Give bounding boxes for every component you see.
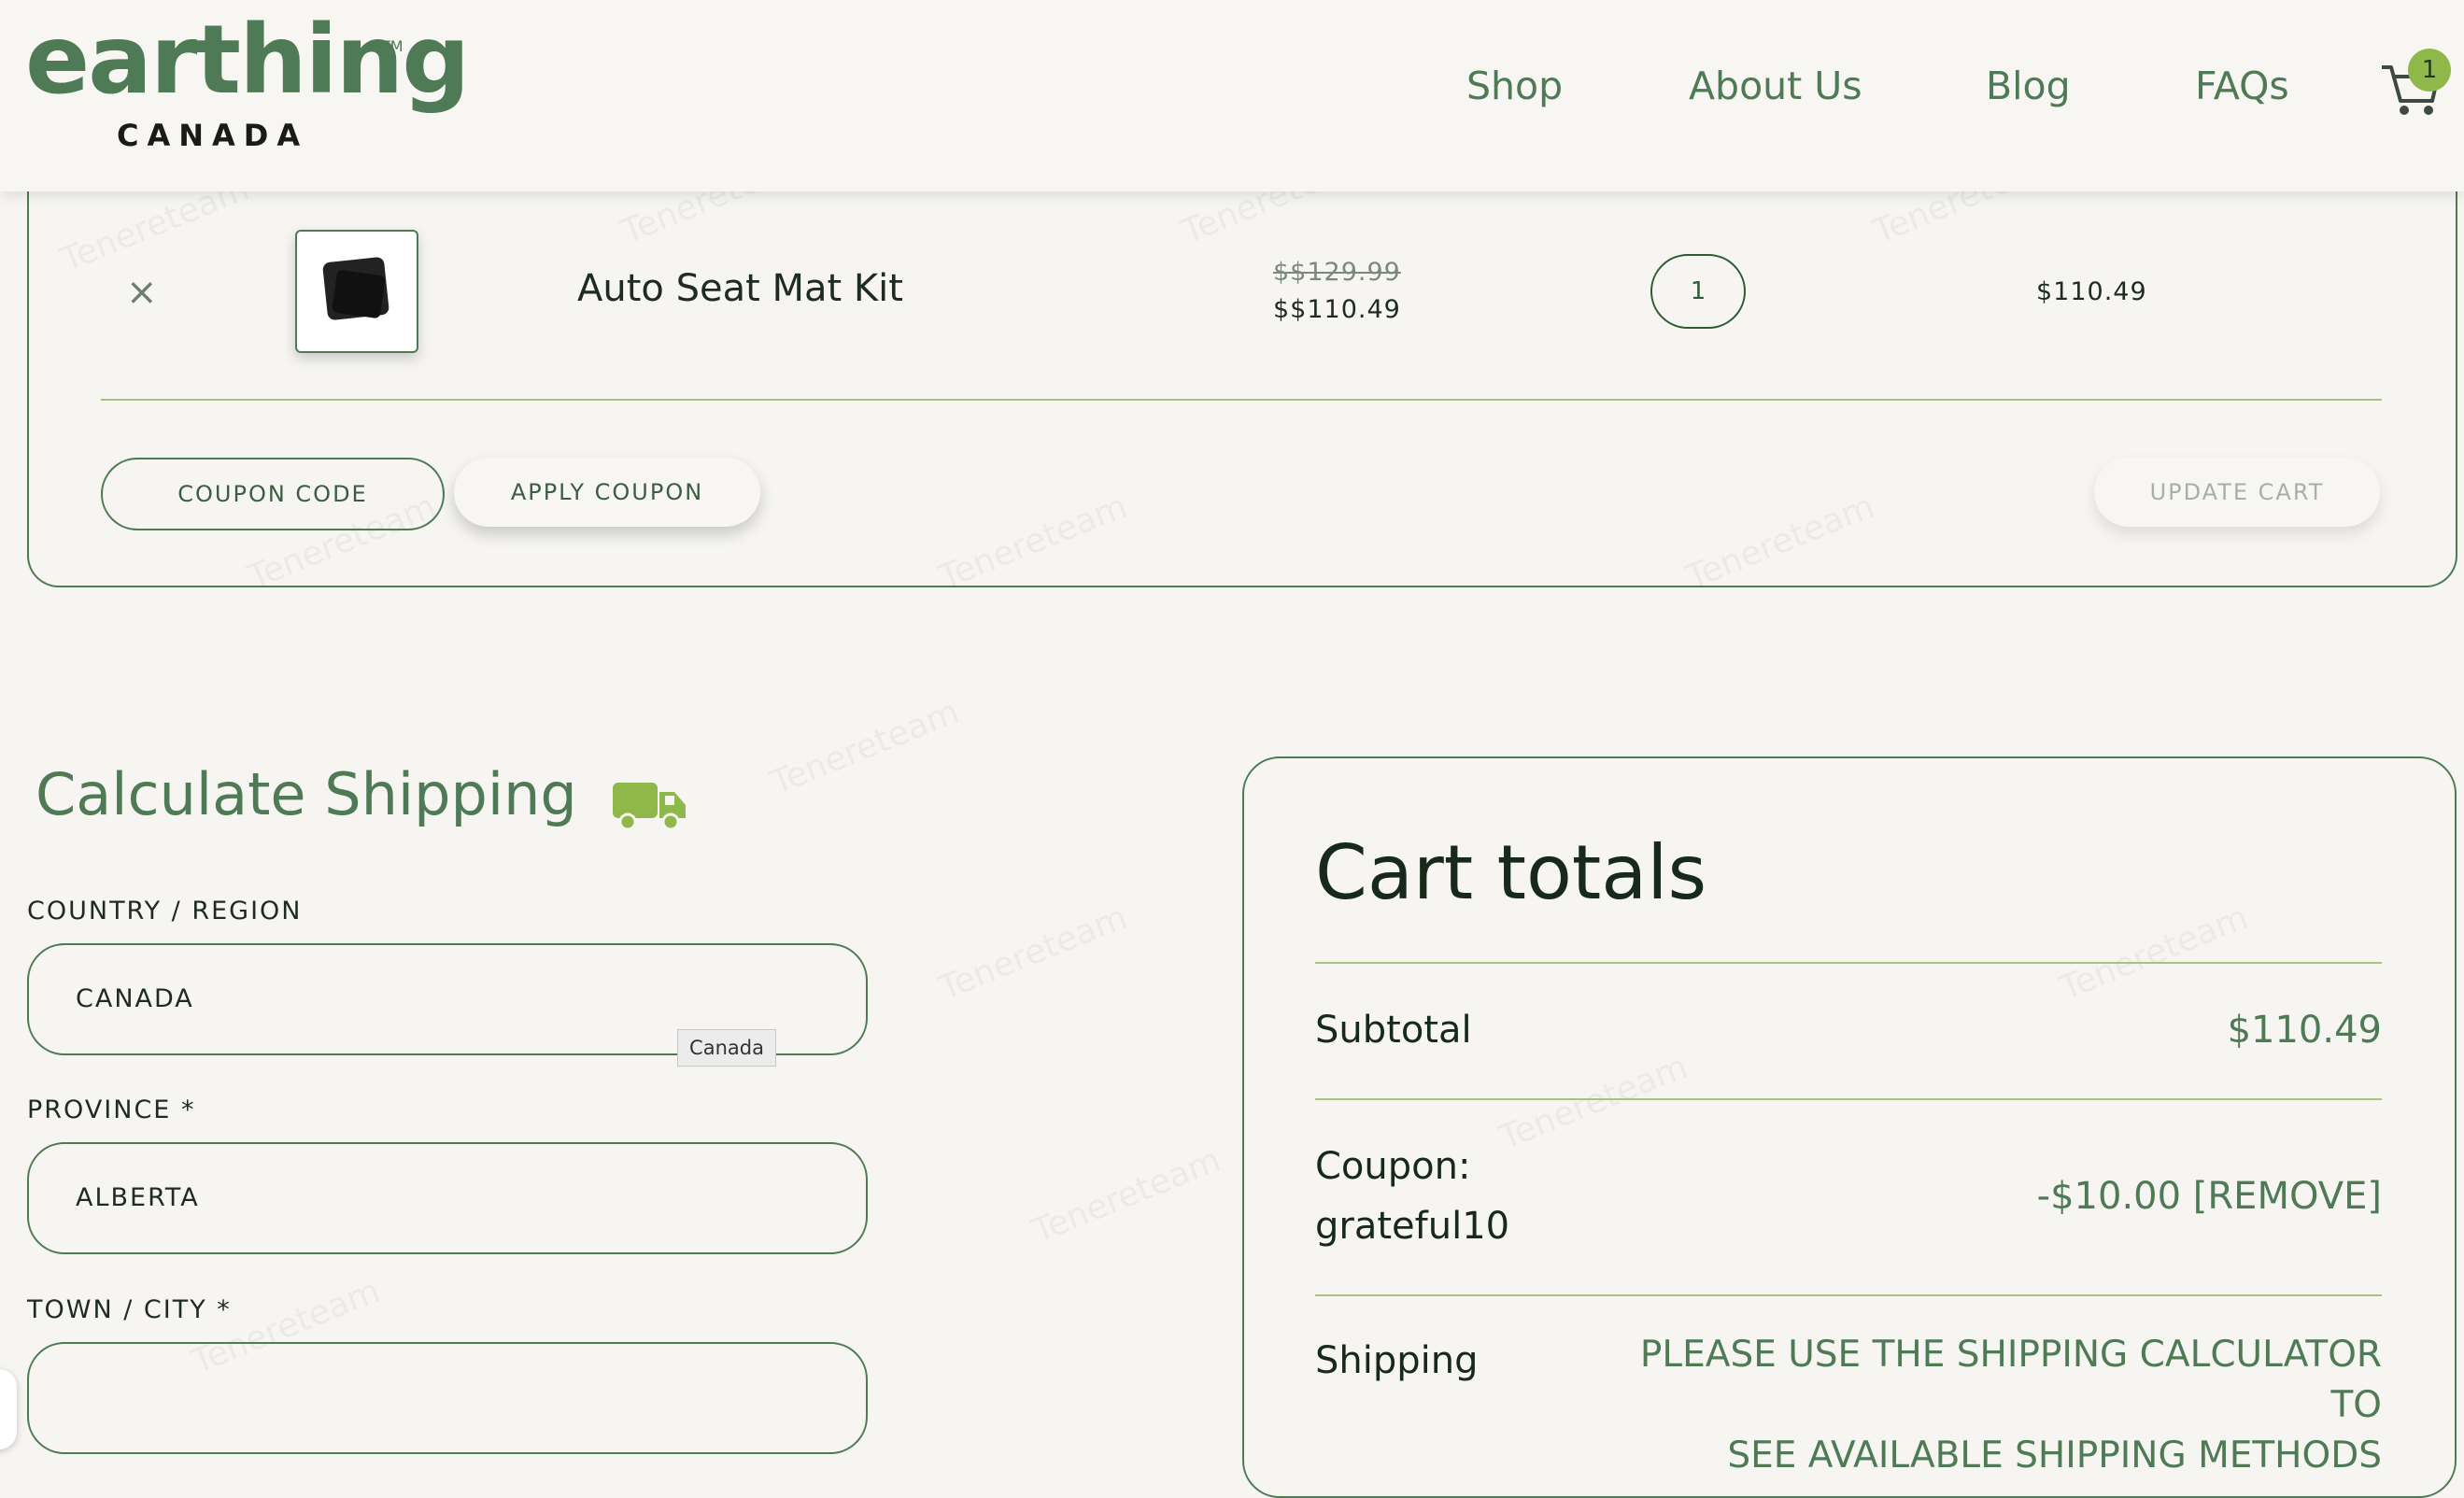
coupon-discount-value: -$10.00 [2036,1175,2182,1218]
remove-item-button[interactable]: × [126,271,158,314]
divider [1315,1294,2382,1296]
logo-trademark: TM [381,37,404,55]
nav-blog[interactable]: Blog [1986,64,2071,108]
watermark-text: Tenereteam [1027,1141,1225,1251]
product-thumbnail[interactable] [295,230,418,353]
logo-subtitle: CANADA [117,118,309,153]
site-header: earthing TM CANADA Shop About Us Blog FA… [0,0,2464,191]
nav-faqs[interactable]: FAQs [2195,64,2289,108]
cart-count-badge: 1 [2408,49,2451,92]
shipping-message-line: SEE AVAILABLE SHIPPING METHODS [1727,1434,2382,1477]
shipping-message-line: PLEASE USE THE SHIPPING CALCULATOR TO [1639,1334,2382,1426]
province-value: ALBERTA [76,1183,200,1212]
subtotal-label: Subtotal [1315,1009,1472,1052]
province-select[interactable]: ALBERTA [27,1142,868,1254]
divider [1315,962,2382,964]
nav-about-us[interactable]: About Us [1689,64,1862,108]
province-label: PROVINCE * [27,1095,196,1124]
cart-totals-title: Cart totals [1315,829,1707,916]
update-cart-button[interactable]: UPDATE CART [2094,458,2380,527]
nav-shop[interactable]: Shop [1466,64,1563,108]
line-total: $110.49 [2036,277,2147,306]
quantity-input[interactable]: 1 [1650,254,1746,329]
subtotal-value: $110.49 [2227,1009,2382,1052]
product-image-layer [332,269,386,319]
watermark-text: Tenereteam [766,693,964,803]
logo[interactable]: earthing [25,13,470,108]
original-price: $$129.99 [1273,258,1401,287]
calculate-shipping-title: Calculate Shipping [35,760,577,828]
remove-coupon-link[interactable]: [REMOVE] [2193,1175,2382,1218]
coupon-label: Coupon: [1315,1145,1471,1188]
divider [1315,1098,2382,1100]
truck-icon [613,783,686,831]
country-tooltip: Canada [677,1029,776,1067]
sale-price: $$110.49 [1273,295,1401,324]
shipping-label: Shipping [1315,1339,1479,1382]
country-value: CANADA [76,984,194,1013]
city-label: TOWN / CITY * [27,1295,232,1324]
city-input[interactable] [27,1342,868,1454]
side-widget-handle[interactable] [0,1369,17,1449]
coupon-discount: -$10.00 [REMOVE] [1775,1175,2382,1218]
country-label: COUNTRY / REGION [27,897,303,926]
product-name-link[interactable]: Auto Seat Mat Kit [577,267,903,310]
apply-coupon-button[interactable]: APPLY COUPON [454,458,760,527]
coupon-code: grateful10 [1315,1205,1510,1248]
watermark-text: Tenereteam [934,898,1132,1009]
coupon-code-input[interactable]: COUPON CODE [101,458,445,530]
divider [101,399,2382,401]
